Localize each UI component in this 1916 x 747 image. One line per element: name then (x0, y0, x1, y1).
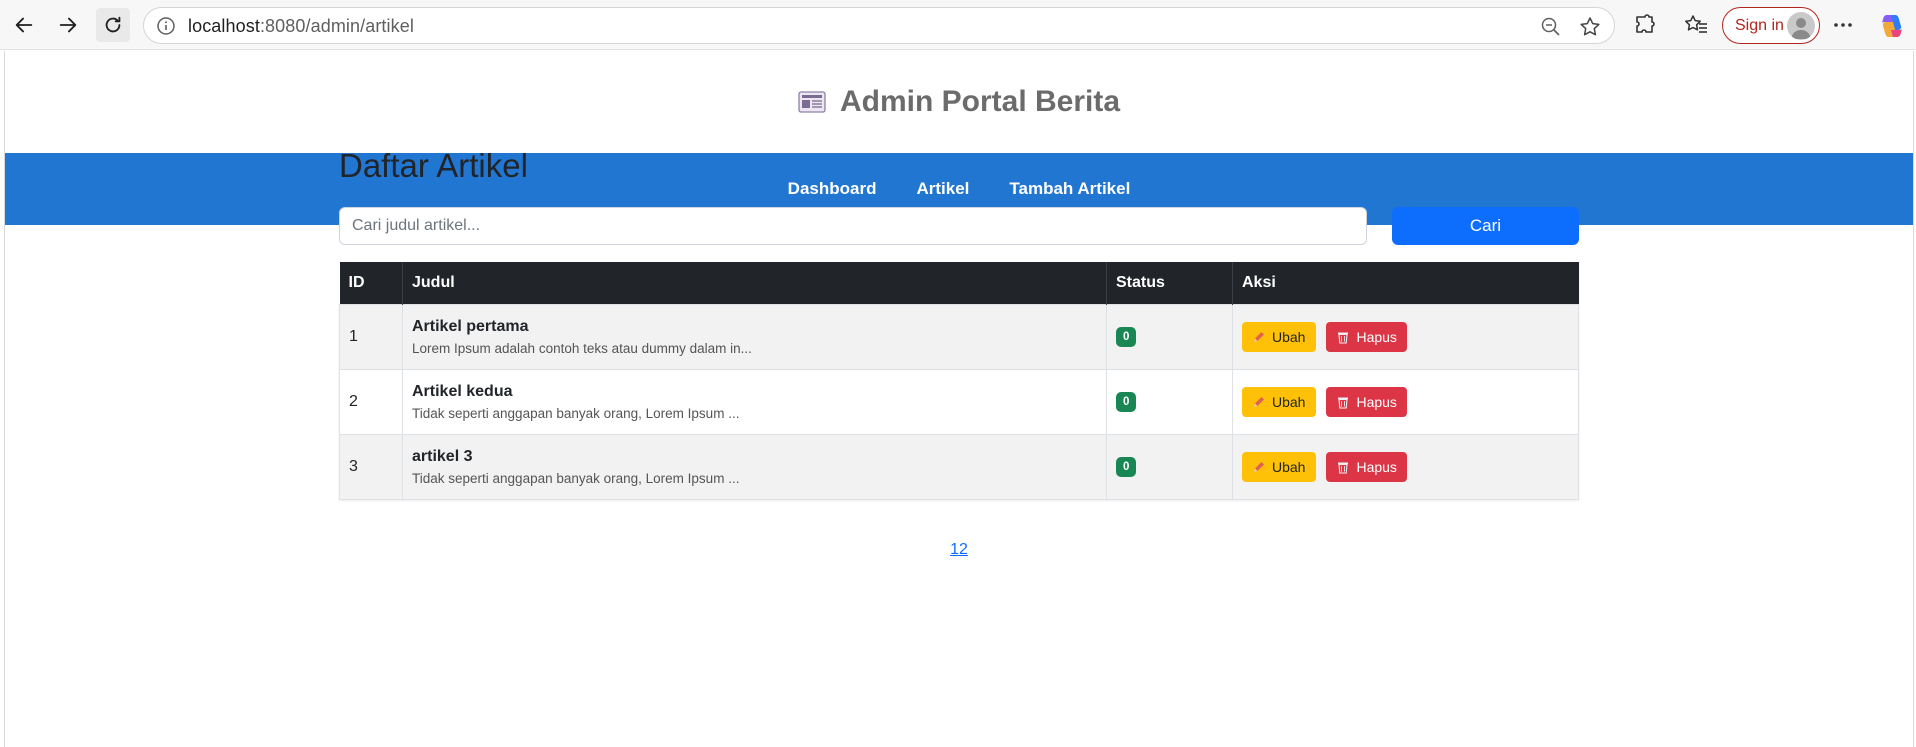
table-header-row: ID Judul Status Aksi (339, 262, 1579, 304)
cell-status: 0 (1106, 368, 1233, 435)
edit-button[interactable]: Ubah (1242, 386, 1316, 417)
cell-status: 0 (1106, 303, 1233, 370)
browser-toolbar: localhost:8080/admin/artikel Sign in (0, 0, 1916, 50)
zoom-out-icon[interactable] (1540, 16, 1562, 38)
edit-label: Ubah (1272, 328, 1306, 345)
cell-aksi: Ubah Hapus (1232, 303, 1579, 370)
table-row: 3 artikel 3 Tidak seperti anggapan banya… (339, 433, 1579, 500)
cell-aksi: Ubah Hapus (1232, 368, 1579, 435)
nav-dashboard[interactable]: Dashboard (788, 179, 877, 199)
pencil-icon (1254, 331, 1264, 342)
article-excerpt: Lorem Ipsum adalah contoh teks atau dumm… (412, 340, 752, 356)
url-text: localhost:8080/admin/artikel (188, 16, 414, 37)
pagination-link[interactable]: 12 (950, 541, 968, 558)
page-viewport: Admin Portal Berita Dashboard Artikel Ta… (4, 51, 1914, 747)
page-title: Daftar Artikel (339, 147, 528, 184)
pencil-icon (1254, 396, 1264, 407)
address-bar[interactable]: localhost:8080/admin/artikel (143, 7, 1615, 44)
delete-label: Hapus (1356, 328, 1397, 345)
cell-id: 3 (339, 433, 403, 500)
table-row: 1 Artikel pertama Lorem Ipsum adalah con… (339, 303, 1579, 370)
article-title: Artikel kedua (412, 382, 513, 400)
articles-table: ID Judul Status Aksi 1 Artikel pertama L… (339, 262, 1579, 500)
trash-icon (1338, 462, 1349, 474)
cell-judul: artikel 3 Tidak seperti anggapan banyak … (402, 433, 1107, 500)
cell-id: 1 (339, 303, 403, 370)
url-path: :8080/admin/artikel (259, 16, 414, 36)
user-avatar-icon (1791, 18, 1811, 39)
info-icon[interactable] (156, 16, 176, 36)
nav-artikel[interactable]: Artikel (916, 179, 969, 199)
status-badge: 0 (1116, 456, 1137, 477)
delete-label: Hapus (1356, 393, 1397, 410)
nav-tambah-artikel[interactable]: Tambah Artikel (1009, 179, 1130, 199)
delete-button[interactable]: Hapus (1326, 451, 1408, 482)
status-badge: 0 (1116, 391, 1137, 412)
edit-button[interactable]: Ubah (1242, 451, 1316, 482)
star-icon[interactable] (1578, 15, 1602, 39)
favorites-icon[interactable] (1683, 12, 1709, 38)
cell-status: 0 (1106, 433, 1233, 500)
cell-id: 2 (339, 368, 403, 435)
sign-in-button[interactable]: Sign in (1722, 7, 1820, 44)
status-badge: 0 (1116, 326, 1137, 347)
site-title: Admin Portal Berita (839, 85, 1121, 118)
refresh-icon (105, 16, 121, 33)
more-icon[interactable] (1830, 12, 1856, 38)
puzzle-icon[interactable] (1632, 12, 1658, 38)
edit-label: Ubah (1272, 393, 1306, 410)
refresh-button[interactable] (96, 8, 130, 42)
delete-button[interactable]: Hapus (1326, 321, 1408, 352)
article-excerpt: Tidak seperti anggapan banyak orang, Lor… (412, 405, 740, 421)
column-header-aksi: Aksi (1232, 262, 1579, 304)
forward-button[interactable] (51, 8, 85, 42)
arrow-right-icon (59, 17, 77, 33)
search-button[interactable]: Cari (1392, 207, 1579, 245)
article-excerpt: Tidak seperti anggapan banyak orang, Lor… (412, 470, 740, 486)
cell-aksi: Ubah Hapus (1232, 433, 1579, 500)
pencil-icon (1254, 461, 1264, 472)
pagination: 12 (339, 541, 1579, 559)
url-host: localhost (188, 16, 260, 36)
search-form: Cari (339, 207, 1579, 245)
column-header-id: ID (339, 262, 403, 304)
table-row: 2 Artikel kedua Tidak seperti anggapan b… (339, 368, 1579, 435)
cell-judul: Artikel pertama Lorem Ipsum adalah conto… (402, 303, 1107, 370)
delete-button[interactable]: Hapus (1326, 386, 1408, 417)
avatar (1787, 12, 1815, 40)
copilot-icon[interactable] (1878, 12, 1906, 40)
search-input[interactable] (339, 207, 1367, 245)
sign-in-label: Sign in (1735, 16, 1784, 34)
column-header-status: Status (1106, 262, 1233, 304)
site-header: Admin Portal Berita (5, 51, 1913, 153)
cell-judul: Artikel kedua Tidak seperti anggapan ban… (402, 368, 1107, 435)
trash-icon (1338, 397, 1349, 409)
column-header-judul: Judul (402, 262, 1107, 304)
edit-button[interactable]: Ubah (1242, 321, 1316, 352)
article-title: Artikel pertama (412, 317, 529, 335)
article-title: artikel 3 (412, 447, 473, 465)
trash-icon (1338, 332, 1349, 344)
edit-label: Ubah (1272, 458, 1306, 475)
back-button[interactable] (7, 8, 41, 42)
newspaper-icon (798, 91, 826, 113)
arrow-left-icon (15, 17, 33, 33)
delete-label: Hapus (1356, 458, 1397, 475)
